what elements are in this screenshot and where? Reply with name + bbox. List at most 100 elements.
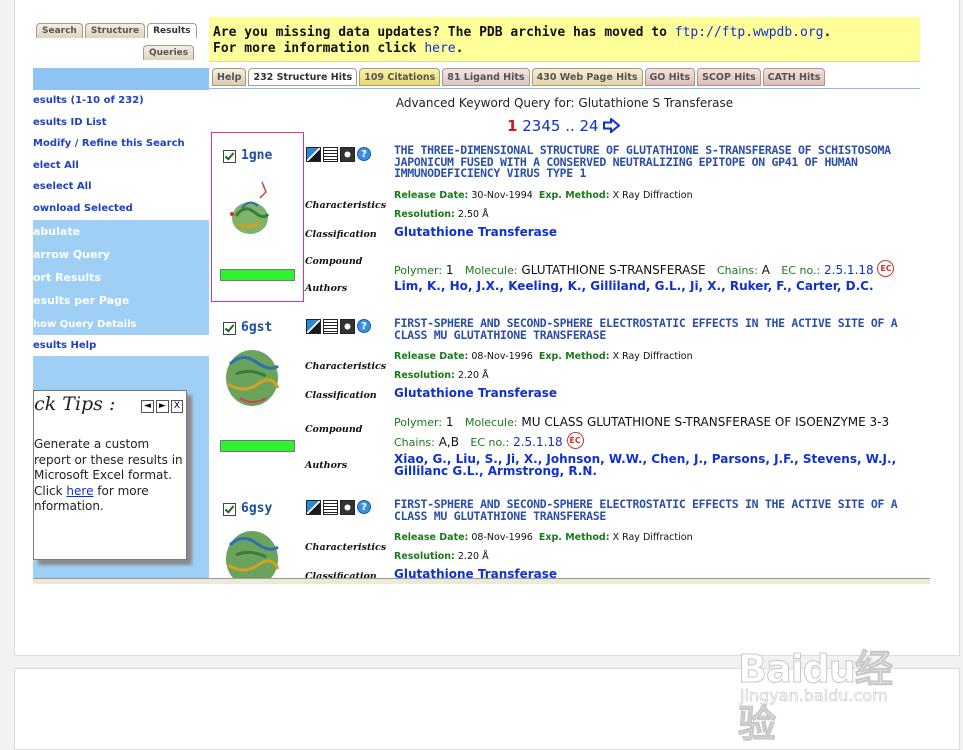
classification-link[interactable]: Glutathione Transferase [394,386,557,400]
help-icon[interactable]: ? [357,500,371,514]
authors-links[interactable]: Xiao, G., Liu, S., Ji, X., Johnson, W.W.… [394,453,924,477]
structure-thumbnail[interactable] [222,525,282,584]
banner-period-1: . [823,25,832,40]
tab-queries[interactable]: Queries [143,45,195,60]
structure-view-icon[interactable] [306,500,321,515]
compound-info: Polymer: 1 Molecule: MU CLASS GLUTATHION… [394,415,889,429]
select-checkbox[interactable] [223,150,236,163]
tab-web-page-hits[interactable]: 430 Web Page Hits [531,68,643,86]
entry-action-icons: ? [306,319,371,334]
resolution-value: 2.50 Å [457,209,489,220]
tip-here-link[interactable]: here [66,484,93,498]
molecule-viewer-icon[interactable] [340,147,355,162]
tab-search[interactable]: Search [36,23,83,38]
resolution-info: Resolution: 2.50 Å [394,209,489,220]
page-link[interactable]: 4 [541,117,551,135]
polymer-value: 1 [445,263,454,277]
entry-title-link[interactable]: FIRST-SPHERE AND SECOND-SPHERE ELECTROST… [394,317,914,341]
exp-method-value: X Ray Diffraction [612,532,693,543]
release-date-label: Release Date: [394,351,469,362]
menu-narrow-query[interactable]: arrow Query [33,243,209,266]
quick-tips-text: Generate a custom report or these result… [34,437,184,515]
menu-results-help[interactable]: esults Help [33,335,209,356]
pdb-id-link[interactable]: 6gst [241,320,272,335]
tab-structure-hits[interactable]: 232 Structure Hits [248,68,358,86]
molecule-viewer-icon[interactable] [340,500,355,515]
tab-citations[interactable]: 109 Citations [359,68,441,86]
menu-download-selected[interactable]: ownload Selected [33,198,209,220]
menu-results-per-page[interactable]: esults per Page [33,289,209,312]
tab-go-hits[interactable]: GO Hits [644,68,696,86]
exp-method-label: Exp. Method: [538,532,610,543]
result-tabs: Help 232 Structure Hits 109 Citations 81… [212,68,826,86]
watermark-url: jingyan.baidu.com [740,686,888,706]
release-date-value: 08-Nov-1996 [471,532,533,543]
page-link[interactable]: 5 [551,117,561,135]
release-date-label: Release Date: [394,190,469,201]
select-checkbox[interactable] [223,503,236,516]
baidu-watermark: Baidu经验 jingyan.baidu.com [738,630,928,747]
ec-number-link[interactable]: 2.5.1.18 [824,263,874,277]
ec-label: EC no.: [470,436,510,449]
banner-here-link[interactable]: here [424,41,455,56]
tip-next-icon[interactable]: ► [155,400,169,413]
summary-document-icon[interactable] [323,500,338,515]
label-characteristics: Characteristics [305,542,387,553]
structure-thumbnail[interactable] [222,178,282,244]
tab-scop-hits[interactable]: SCOP Hits [697,68,761,86]
tab-results[interactable]: Results [147,23,197,38]
polymer-label: Polymer: [394,264,443,277]
screenshot-frame: Search Structure Results Queries esults … [33,14,930,584]
menu-deselect-all[interactable]: eselect All [33,176,209,198]
structure-view-icon[interactable] [306,319,321,334]
authors-links[interactable]: Lim, K., Ho, J.X., Keeling, K., Gillilan… [394,280,924,292]
help-icon[interactable]: ? [357,319,371,333]
page-link-last[interactable]: 24 [580,117,599,135]
label-characteristics: Characteristics [305,361,387,372]
ftp-link[interactable]: ftp://ftp.wwpdb.org [675,25,824,40]
summary-document-icon[interactable] [323,319,338,334]
tab-help[interactable]: Help [212,68,247,86]
banner-line-1: Are you missing data updates? The PDB ar… [209,17,920,41]
ec-badge-icon[interactable]: EC [877,260,895,277]
banner-period-2: . [455,41,464,56]
entry-action-icons: ? [306,500,371,515]
page-link[interactable]: 3 [532,117,542,135]
ec-number-link[interactable]: 2.5.1.18 [513,435,563,449]
tip-prev-icon[interactable]: ◄ [141,400,154,413]
molecule-viewer-icon[interactable] [340,319,355,334]
resolution-label: Resolution: [394,370,455,381]
select-checkbox[interactable] [223,322,236,335]
structure-thumbnail[interactable] [222,344,282,410]
menu-tabulate[interactable]: abulate [33,220,209,243]
menu-sort-results[interactable]: ort Results [33,266,209,289]
resolution-value: 2.20 Å [457,370,489,381]
page-link[interactable]: 2 [522,117,532,135]
menu-modify-search[interactable]: Modify / Refine this Search [33,133,209,155]
structure-view-icon[interactable] [306,147,321,162]
tabs-divider [209,88,920,89]
label-classification: Classification [305,390,377,401]
classification-link[interactable]: Glutathione Transferase [394,225,557,239]
score-bar [220,269,295,281]
tab-ligand-hits[interactable]: 81 Ligand Hits [442,68,530,86]
help-icon[interactable]: ? [357,147,371,161]
menu-select-all[interactable]: elect All [33,155,209,177]
tip-close-icon[interactable]: X [170,400,184,413]
pdb-id-link[interactable]: 6gsy [241,501,272,516]
pdb-id-link[interactable]: 1gne [241,148,272,163]
entry-title-link[interactable]: THE THREE-DIMENSIONAL STRUCTURE OF GLUTA… [394,144,914,180]
menu-show-query-details[interactable]: how Query Details [33,314,209,335]
ec-badge-icon[interactable]: EC [566,432,584,449]
left-panel: Search Structure Results Queries esults … [33,14,209,584]
next-page-arrow-icon[interactable] [603,118,621,133]
resolution-info: Resolution: 2.20 Å [394,551,489,562]
help-menu: how Query Details esults Help [33,314,209,358]
summary-document-icon[interactable] [323,147,338,162]
tab-structure[interactable]: Structure [84,23,146,38]
tab-cath-hits[interactable]: CATH Hits [762,68,826,86]
menu-results-id-list[interactable]: esults ID List [33,112,209,134]
chains-value: A [761,263,770,277]
entry-title-link[interactable]: FIRST-SPHERE AND SECOND-SPHERE ELECTROST… [394,498,914,522]
menu-results-range[interactable]: esults (1-10 of 232) [33,90,209,112]
